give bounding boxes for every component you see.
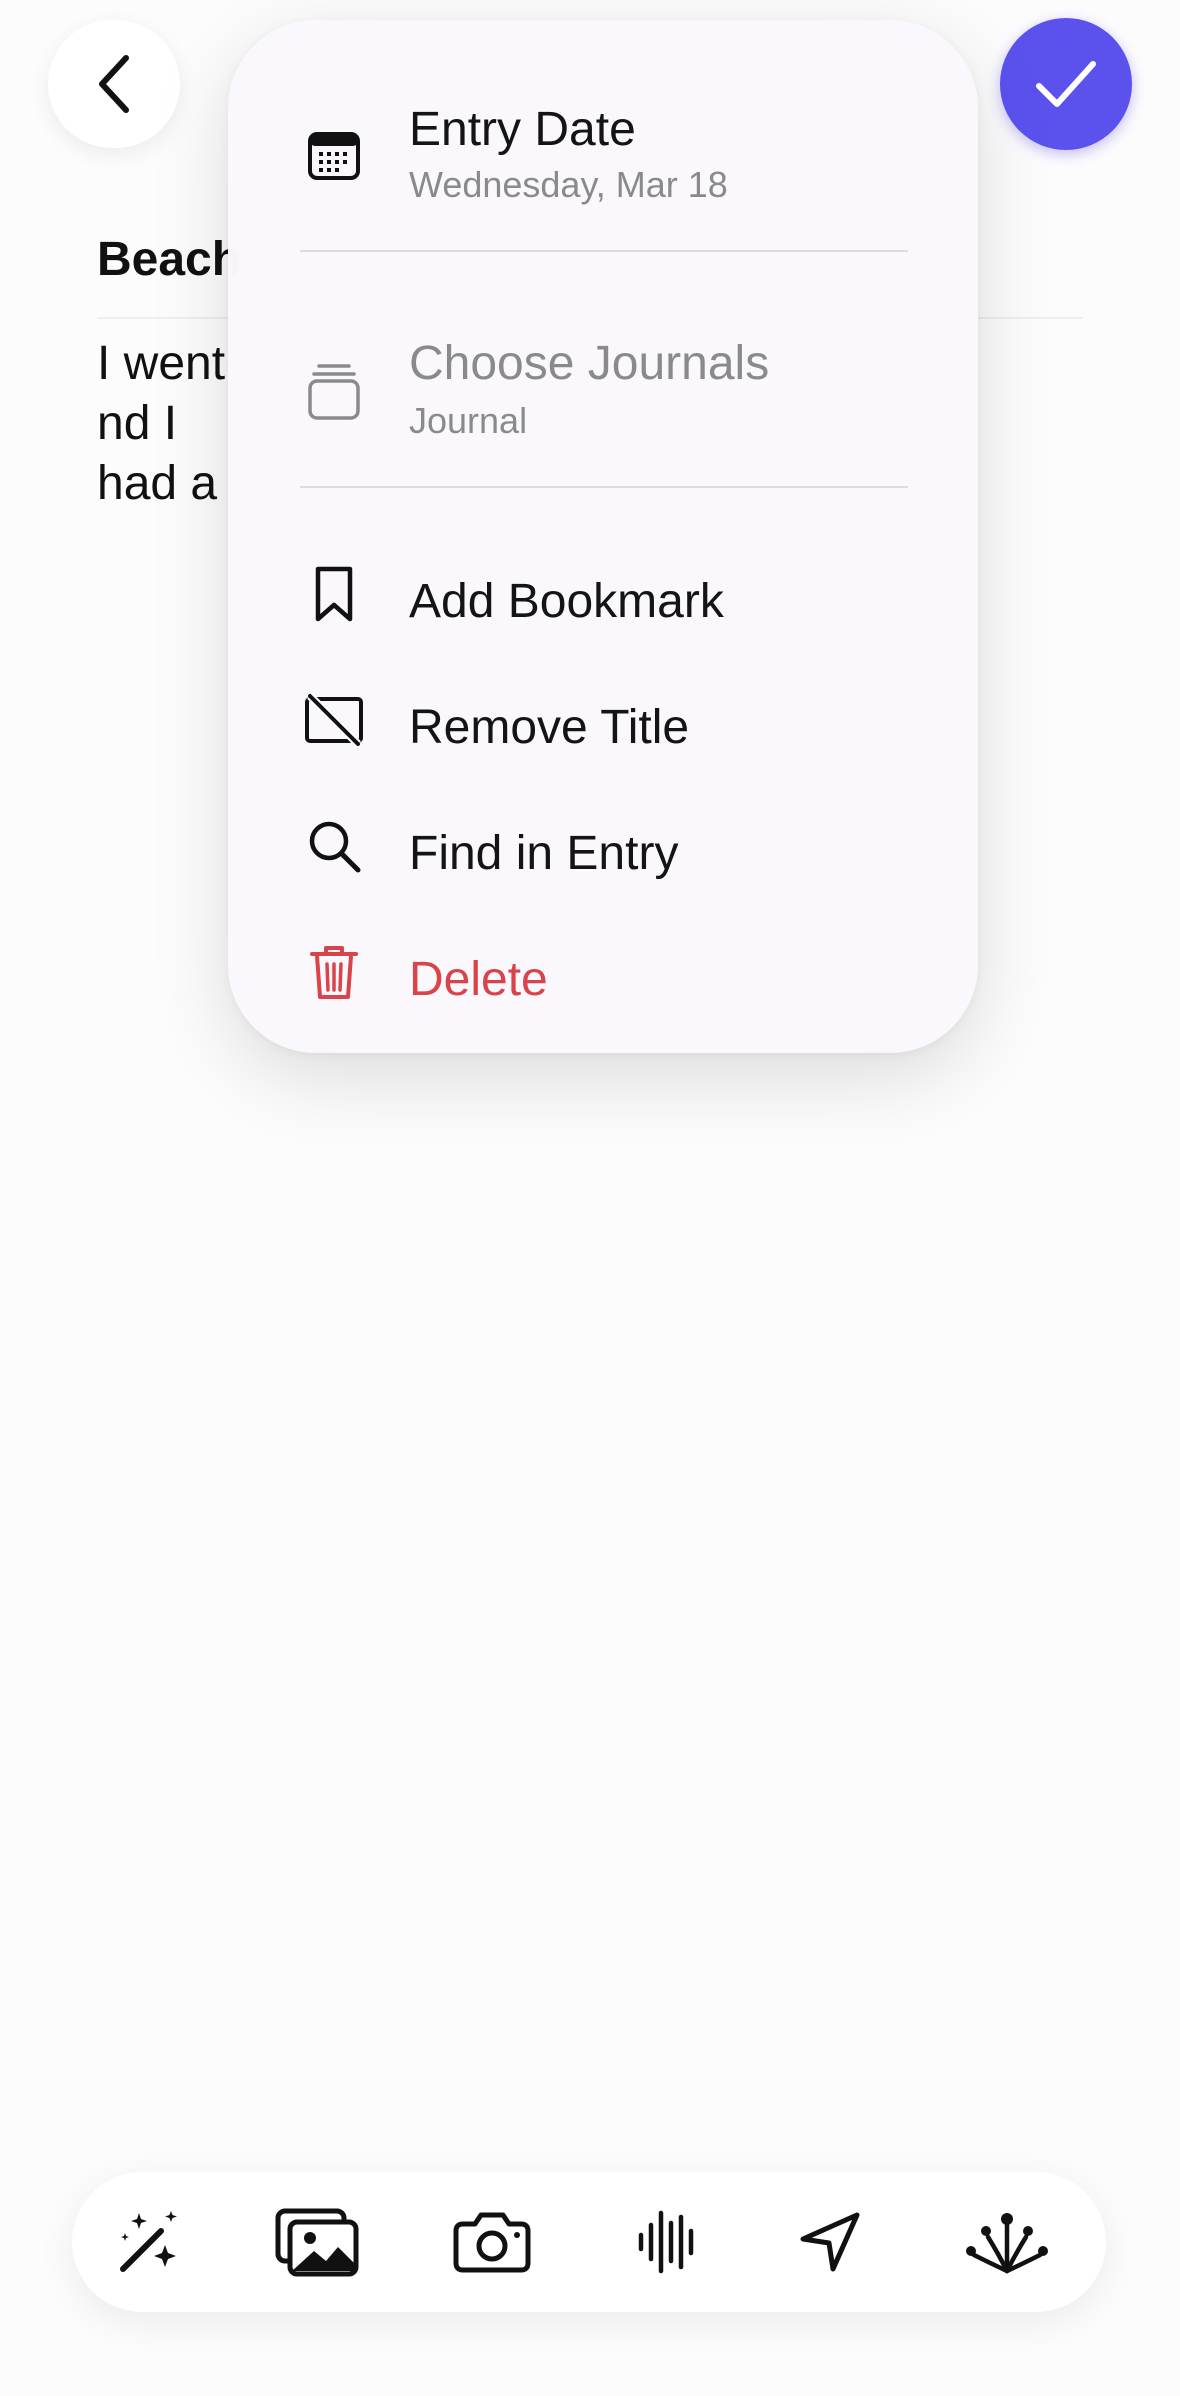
checkmark-icon	[1036, 61, 1096, 107]
location-button[interactable]	[790, 2202, 870, 2282]
trash-icon	[304, 942, 364, 1002]
remove-title-icon	[304, 690, 364, 750]
menu-separator	[300, 486, 908, 488]
entry-date-value: Wednesday, Mar 18	[409, 164, 728, 205]
magic-wand-icon	[120, 2211, 177, 2272]
photo-library-icon	[275, 2208, 359, 2277]
templates-icon	[966, 2213, 1048, 2274]
remove-title-label: Remove Title	[409, 701, 690, 754]
magnifier-icon	[304, 816, 364, 876]
menu-item-delete[interactable]: Delete	[228, 918, 978, 1038]
add-bookmark-label: Add Bookmark	[409, 575, 724, 628]
back-button[interactable]	[48, 20, 180, 148]
done-button[interactable]	[1000, 18, 1132, 150]
audio-waveform-icon	[638, 2210, 694, 2274]
menu-item-entry-date[interactable]: Entry Date Wednesday, Mar 18	[228, 80, 978, 220]
magic-wand-button[interactable]	[110, 2202, 190, 2282]
menu-item-add-bookmark[interactable]: Add Bookmark	[228, 540, 978, 660]
entry-title[interactable]: Beach	[97, 232, 241, 287]
camera-icon	[453, 2212, 531, 2273]
location-arrow-icon	[800, 2212, 860, 2272]
calendar-icon	[304, 126, 364, 186]
bottom-toolbar	[72, 2172, 1106, 2312]
audio-button[interactable]	[627, 2202, 707, 2282]
photo-library-button[interactable]	[272, 2202, 362, 2282]
entry-options-menu: Entry Date Wednesday, Mar 18 Choose Jour…	[228, 20, 978, 1053]
choose-journals-label: Choose Journals	[409, 337, 770, 390]
journals-stack-icon	[304, 362, 364, 422]
bookmark-icon	[304, 564, 364, 624]
menu-item-choose-journals[interactable]: Choose Journals Journal	[228, 316, 978, 456]
chevron-left-icon	[99, 55, 129, 113]
menu-separator	[300, 250, 908, 252]
entry-date-label: Entry Date	[409, 103, 636, 156]
menu-item-find-in-entry[interactable]: Find in Entry	[228, 792, 978, 912]
choose-journals-value: Journal	[409, 400, 528, 441]
menu-item-remove-title[interactable]: Remove Title	[228, 666, 978, 786]
camera-button[interactable]	[452, 2202, 532, 2282]
find-in-entry-label: Find in Entry	[409, 827, 679, 880]
delete-label: Delete	[409, 953, 548, 1006]
templates-button[interactable]	[962, 2202, 1052, 2282]
